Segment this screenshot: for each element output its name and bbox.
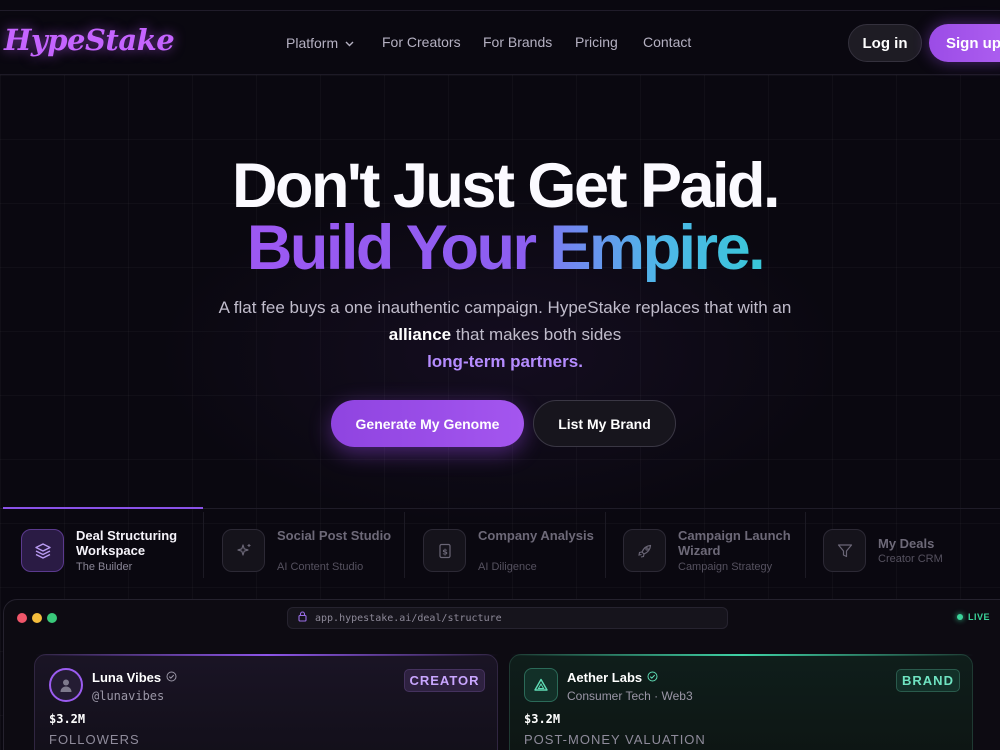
headline-build-your: Build Your bbox=[246, 213, 550, 283]
login-button[interactable]: Log in bbox=[848, 24, 922, 62]
card-accent-line bbox=[35, 654, 499, 656]
tab-desc: Creator CRM bbox=[878, 553, 943, 565]
tab-title: Social Post Studio bbox=[277, 528, 392, 543]
active-tab-indicator bbox=[3, 507, 203, 509]
tab-desc: AI Diligence bbox=[478, 561, 537, 573]
brand-name: Aether Labs bbox=[567, 670, 643, 685]
tab-title: Company Analysis bbox=[478, 528, 594, 543]
creator-metric-value: $3.2M bbox=[49, 712, 86, 726]
card-accent-line bbox=[510, 654, 974, 656]
creator-badge: CREATOR bbox=[404, 669, 485, 692]
subtitle-text-1: A flat fee buys a one inauthentic campai… bbox=[218, 298, 792, 317]
triangle-logo-icon bbox=[524, 668, 558, 702]
list-brand-button[interactable]: List My Brand bbox=[533, 400, 676, 447]
site-header: HypeStake Platform For Creators For Bran… bbox=[0, 11, 1000, 75]
verified-icon bbox=[166, 670, 177, 685]
generate-genome-button[interactable]: Generate My Genome bbox=[331, 400, 524, 447]
dollar-doc-icon: $ bbox=[423, 529, 466, 572]
hero-headline-line2: Build Your Empire. bbox=[0, 212, 1000, 284]
brand-badge: BRAND bbox=[896, 669, 960, 692]
tab-deal-structuring[interactable]: Deal Structuring Workspace The Builder bbox=[3, 512, 203, 578]
nav-item-platform[interactable]: Platform bbox=[286, 34, 354, 51]
live-dot bbox=[957, 614, 963, 620]
creator-handle: @lunavibes bbox=[92, 689, 165, 703]
brand-name-row: Aether Labs bbox=[567, 670, 658, 685]
tab-social-post-studio[interactable]: Social Post Studio AI Content Studio bbox=[204, 512, 404, 578]
creator-name: Luna Vibes bbox=[92, 670, 162, 685]
url-bar[interactable]: app.hypestake.ai/deal/structure bbox=[287, 607, 728, 629]
tab-campaign-launch-wizard[interactable]: Campaign Launch Wizard Campaign Strategy bbox=[605, 512, 805, 578]
headline-empire: Empire. bbox=[549, 213, 766, 283]
subtitle-accent: long-term partners. bbox=[427, 352, 583, 371]
url-text: app.hypestake.ai/deal/structure bbox=[315, 612, 502, 624]
rocket-icon bbox=[623, 529, 666, 572]
tab-title: Deal Structuring Workspace bbox=[76, 528, 178, 558]
hero-subtitle: A flat fee buys a one inauthentic campai… bbox=[200, 294, 810, 375]
svg-text:$: $ bbox=[442, 547, 448, 556]
tab-desc: AI Content Studio bbox=[277, 561, 364, 573]
nav-item-contact[interactable]: Contact bbox=[643, 34, 691, 50]
signup-button[interactable]: Sign up bbox=[929, 24, 1000, 62]
tab-title: My Deals bbox=[878, 536, 935, 551]
tab-desc: Campaign Strategy bbox=[678, 561, 773, 573]
window-maximize-dot bbox=[47, 613, 57, 623]
filter-icon bbox=[823, 529, 866, 572]
lock-icon bbox=[298, 611, 307, 625]
chevron-down-icon bbox=[345, 34, 354, 50]
nav-item-pricing[interactable]: Pricing bbox=[575, 34, 618, 50]
nav-item-for-creators[interactable]: For Creators bbox=[382, 34, 461, 50]
tab-my-deals[interactable]: My Deals Creator CRM bbox=[805, 512, 1000, 578]
nav-item-for-brands[interactable]: For Brands bbox=[483, 34, 552, 50]
live-indicator: LIVE bbox=[957, 612, 990, 622]
brand-metric-label: POST-MONEY VALUATION bbox=[524, 732, 706, 747]
verified-icon bbox=[647, 670, 658, 685]
subtitle-bold: alliance bbox=[388, 325, 452, 344]
tab-title: Campaign Launch Wizard bbox=[678, 528, 791, 558]
window-minimize-dot bbox=[32, 613, 42, 623]
creator-card[interactable]: Luna Vibes @lunavibes CREATOR $3.2M FOLL… bbox=[34, 654, 499, 750]
brand-logo[interactable]: HypeStake bbox=[4, 23, 175, 57]
brand-subtitle: Consumer Tech · Web3 bbox=[567, 689, 693, 703]
window-close-dot bbox=[17, 613, 27, 623]
brand-card[interactable]: Aether Labs Consumer Tech · Web3 BRAND $… bbox=[509, 654, 974, 750]
creator-name-row: Luna Vibes bbox=[92, 670, 177, 685]
nav-label: Platform bbox=[286, 35, 339, 51]
tab-desc: The Builder bbox=[76, 561, 133, 573]
avatar bbox=[49, 668, 83, 702]
layers-icon bbox=[21, 529, 64, 572]
tab-company-analysis[interactable]: $ Company Analysis AI Diligence bbox=[405, 512, 605, 578]
sparkle-icon bbox=[222, 529, 265, 572]
live-label: LIVE bbox=[968, 612, 991, 622]
creator-metric-label: FOLLOWERS bbox=[49, 732, 140, 747]
subtitle-text-2: that makes both sides bbox=[451, 325, 622, 344]
brand-metric-value: $3.2M bbox=[524, 712, 561, 726]
